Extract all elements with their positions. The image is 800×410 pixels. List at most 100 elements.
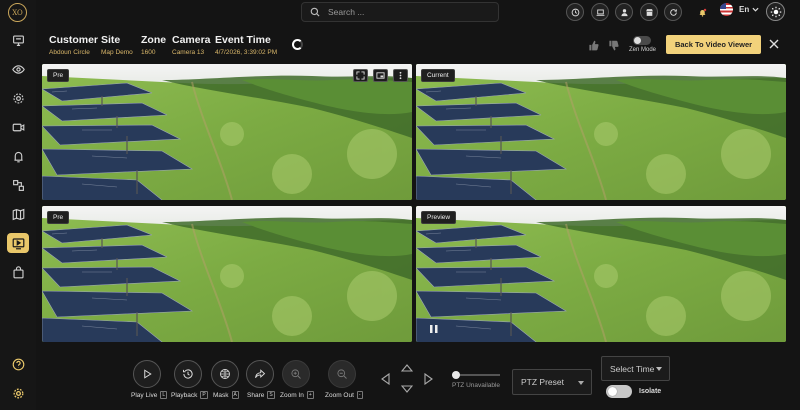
video-panel-3[interactable]: Pre [42, 206, 412, 342]
share-text: Share [247, 391, 265, 399]
isolate-toggle[interactable] [606, 385, 632, 398]
help-icon[interactable] [9, 355, 27, 373]
app-logo[interactable]: XO [8, 3, 27, 22]
video-panel-2[interactable]: Current [416, 64, 786, 200]
bell-icon [698, 8, 706, 17]
camera-feed-image [416, 206, 786, 342]
fullscreen-button[interactable] [353, 69, 368, 82]
play-icon [144, 369, 152, 379]
share-arrow-icon [255, 369, 266, 379]
close-icon[interactable] [768, 38, 780, 50]
ptz-unavailable-text: PTZ Unavailable [452, 382, 501, 389]
camera-feed-image [42, 206, 412, 342]
settings-icon[interactable] [9, 384, 27, 402]
language-label: En [739, 5, 750, 14]
zoom-in-label: Zoom In + [280, 391, 314, 399]
ptz-slider-handle[interactable] [452, 371, 460, 379]
eye-icon[interactable] [9, 60, 27, 78]
video-panel-1[interactable]: Pre [42, 64, 412, 200]
camera-info: Camera Camera 13 [172, 34, 211, 56]
zoom-out-button[interactable] [328, 360, 356, 388]
panel-label: Preview [421, 211, 457, 224]
customer-info: Customer Abdoun Circle [49, 34, 98, 56]
ptz-left-arrow-icon[interactable] [380, 373, 392, 385]
event-time-info: Event Time 4/7/2026, 3:39:02 PM [215, 34, 277, 56]
ptz-down-arrow-icon[interactable] [401, 383, 413, 395]
site-info: Site Map Demo [101, 34, 133, 56]
thumbs-up-icon[interactable] [588, 40, 599, 51]
playback-text: Playback [171, 391, 198, 399]
search-input[interactable] [328, 7, 488, 17]
sidebar: XO [0, 0, 36, 410]
gear-icon[interactable] [9, 89, 27, 107]
share-shortcut: S [267, 391, 275, 399]
zoom-out-shortcut: - [356, 391, 363, 399]
chevron-down-icon [752, 7, 759, 12]
ptz-preset-label: PTZ Preset [521, 377, 564, 387]
zone-heading: Zone [141, 34, 167, 46]
zoom-out-icon [337, 369, 347, 379]
refresh-icon [669, 8, 677, 16]
monitor-icon[interactable] [9, 31, 27, 49]
select-time-dropdown[interactable]: Select Time [601, 356, 670, 381]
sun-icon [770, 6, 781, 17]
event-time-heading: Event Time [215, 34, 271, 46]
share-button[interactable] [246, 360, 274, 388]
ptz-right-arrow-icon[interactable] [422, 373, 434, 385]
zen-mode-label: Zen Mode [629, 47, 657, 53]
bag-icon[interactable] [9, 263, 27, 281]
video-viewer-icon[interactable] [7, 233, 29, 253]
zone-value: 1600 [141, 49, 156, 56]
zoom-in-text: Zoom In [280, 391, 304, 399]
user-icon [620, 8, 628, 16]
play-live-label: Play Live L [131, 391, 168, 399]
mask-shortcut: A [231, 391, 239, 399]
zoom-in-shortcut: + [306, 391, 314, 399]
site-value: Map Demo [101, 49, 133, 56]
mask-label: Mask A [213, 391, 239, 399]
caret-down-icon [578, 381, 584, 385]
video-panel-4[interactable]: Preview [416, 206, 786, 342]
ptz-preset-select[interactable]: PTZ Preset [512, 369, 592, 395]
playback-button[interactable] [174, 360, 202, 388]
history-icon [183, 369, 193, 379]
zoom-in-icon [291, 369, 301, 379]
camera-icon[interactable] [9, 118, 27, 136]
store-icon [645, 8, 653, 16]
search-icon [310, 7, 320, 17]
select-time-label: Select Time [610, 363, 655, 374]
playback-shortcut: P [200, 391, 208, 399]
store-button[interactable] [640, 3, 658, 21]
user-button[interactable] [615, 3, 633, 21]
us-flag-icon [720, 3, 733, 16]
customer-value: Abdoun Circle [49, 49, 90, 56]
refresh-button[interactable] [664, 3, 682, 21]
pause-icon[interactable] [429, 324, 439, 334]
history-clock-button[interactable] [566, 3, 584, 21]
mask-button[interactable] [211, 360, 239, 388]
ptz-up-arrow-icon[interactable] [401, 362, 413, 374]
picture-in-picture-icon [376, 72, 385, 79]
thumbs-down-icon[interactable] [608, 40, 619, 51]
zoom-in-button[interactable] [282, 360, 310, 388]
back-to-video-viewer-button[interactable]: Back To Video Viewer [666, 35, 761, 54]
map-icon[interactable] [9, 205, 27, 223]
theme-toggle-button[interactable] [766, 2, 785, 21]
more-vertical-icon [399, 71, 402, 80]
globe-grid-icon [220, 369, 230, 379]
language-selector[interactable]: En [720, 3, 759, 16]
alarm-icon[interactable] [9, 147, 27, 165]
more-options-button[interactable] [393, 69, 408, 82]
zoom-out-label: Zoom Out - [325, 391, 363, 399]
caret-down-icon [656, 366, 663, 371]
zoom-out-text: Zoom Out [325, 391, 354, 399]
notification-button[interactable] [693, 3, 711, 21]
search-bar[interactable] [301, 2, 499, 22]
share-label: Share S [247, 391, 275, 399]
nodes-icon[interactable] [9, 176, 27, 194]
customer-heading: Customer [49, 34, 99, 46]
laptop-button[interactable] [591, 3, 609, 21]
zen-mode-toggle[interactable] [633, 36, 651, 45]
play-live-button[interactable] [133, 360, 161, 388]
picture-in-picture-button[interactable] [373, 69, 388, 82]
